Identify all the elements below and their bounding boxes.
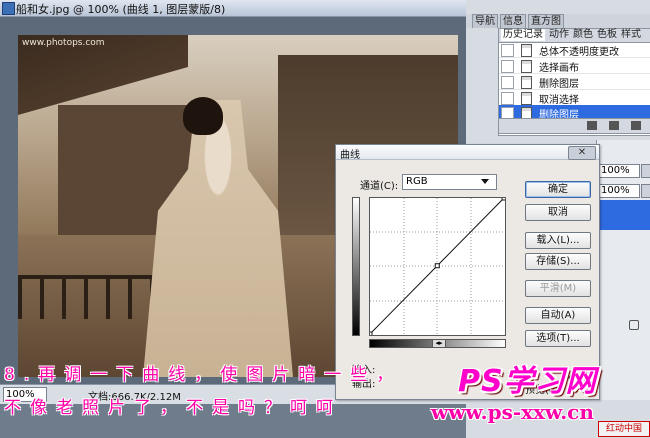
navigator-panel-tabs: 导航 信息 直方图 bbox=[466, 14, 650, 28]
opacity-arrow-icon[interactable] bbox=[641, 164, 650, 178]
curve-control-point[interactable] bbox=[501, 198, 505, 201]
history-state-icon bbox=[521, 76, 532, 89]
tab-actions[interactable]: 动作 bbox=[547, 29, 571, 41]
smooth-button[interactable]: 平滑(M) bbox=[525, 280, 591, 297]
history-panel-footer bbox=[498, 118, 650, 134]
site-logo: PS学习网 bbox=[458, 364, 597, 399]
curve-control-point[interactable] bbox=[434, 263, 440, 269]
close-button[interactable]: ✕ bbox=[568, 146, 596, 160]
tab-color[interactable]: 颜色 bbox=[571, 29, 595, 41]
history-item[interactable]: 取消选择 bbox=[499, 90, 650, 106]
history-state-icon bbox=[521, 44, 532, 57]
history-item-label: 取消选择 bbox=[539, 95, 579, 106]
history-item[interactable]: 删除图层 bbox=[499, 74, 650, 90]
document-title: 船和女.jpg @ 100% (曲线 1, 图层蒙版/8) bbox=[16, 3, 226, 16]
curves-titlebar[interactable]: 曲线 ✕ bbox=[336, 145, 599, 161]
opacity-field[interactable]: 100% bbox=[599, 164, 640, 178]
history-item[interactable]: 选择画布 bbox=[499, 58, 650, 74]
options-button[interactable]: 选项(T)... bbox=[525, 330, 591, 347]
curve-control-point[interactable] bbox=[370, 331, 373, 335]
history-item-label: 选择画布 bbox=[539, 63, 579, 74]
channel-label: 通道(C): bbox=[360, 181, 399, 192]
cancel-button[interactable]: 取消 bbox=[525, 204, 591, 221]
tab-styles[interactable]: 样式 bbox=[619, 29, 643, 41]
tab-swatches[interactable]: 色板 bbox=[595, 29, 619, 41]
curve-grid-svg[interactable] bbox=[370, 198, 505, 335]
history-checkbox[interactable] bbox=[501, 44, 514, 57]
history-checkbox[interactable] bbox=[501, 92, 514, 105]
history-checkbox[interactable] bbox=[501, 76, 514, 89]
tutorial-caption-line1: 8.再调一下曲线，使图片暗一些， bbox=[4, 365, 403, 385]
curve-graph[interactable] bbox=[369, 197, 506, 336]
new-snapshot-icon[interactable] bbox=[609, 121, 619, 130]
ok-button[interactable]: 确定 bbox=[525, 181, 591, 198]
history-state-icon bbox=[521, 60, 532, 73]
auto-button[interactable]: 自动(A) bbox=[525, 307, 591, 324]
layers-panel: 100% 100% bbox=[596, 140, 650, 400]
output-gradient-bar bbox=[352, 197, 360, 336]
site-url: www.ps-xxw.cn bbox=[431, 400, 594, 424]
photoshop-document-icon bbox=[2, 2, 15, 15]
photo-watermark: www.photops.com bbox=[22, 38, 105, 48]
gradient-direction-toggle-icon[interactable]: ◂▸ bbox=[432, 339, 446, 348]
fill-field[interactable]: 100% bbox=[599, 184, 640, 198]
fill-arrow-icon[interactable] bbox=[641, 184, 650, 198]
source-badge: 红动中国 bbox=[598, 421, 650, 437]
chevron-down-icon[interactable] bbox=[481, 179, 489, 184]
tutorial-caption-line2: 不像老照片了，不是吗？呵呵 bbox=[4, 398, 342, 418]
woman-hair bbox=[183, 97, 223, 135]
new-document-from-state-icon[interactable] bbox=[587, 121, 597, 130]
load-button[interactable]: 载入(L)... bbox=[525, 232, 591, 249]
tab-history[interactable]: 历史记录 bbox=[501, 29, 545, 41]
trash-icon[interactable] bbox=[631, 121, 641, 130]
save-button[interactable]: 存储(S)... bbox=[525, 253, 591, 270]
history-item-label: 总体不透明度更改 bbox=[539, 47, 619, 58]
history-checkbox[interactable] bbox=[501, 60, 514, 73]
layer-row-selected[interactable] bbox=[598, 200, 650, 230]
tab-histogram[interactable]: 直方图 bbox=[528, 14, 564, 28]
document-titlebar[interactable]: 船和女.jpg @ 100% (曲线 1, 图层蒙版/8) bbox=[0, 0, 466, 17]
tab-info[interactable]: 信息 bbox=[500, 14, 526, 28]
history-panel-tabs: 历史记录 动作 颜色 色板 样式 bbox=[499, 29, 650, 43]
tab-navigator[interactable]: 导航 bbox=[472, 14, 498, 28]
history-item[interactable]: 总体不透明度更改 bbox=[499, 42, 650, 58]
history-state-icon bbox=[521, 92, 532, 105]
dialog-title: 曲线 bbox=[340, 150, 360, 161]
lock-icon bbox=[629, 320, 639, 330]
history-item-label: 删除图层 bbox=[539, 79, 579, 90]
